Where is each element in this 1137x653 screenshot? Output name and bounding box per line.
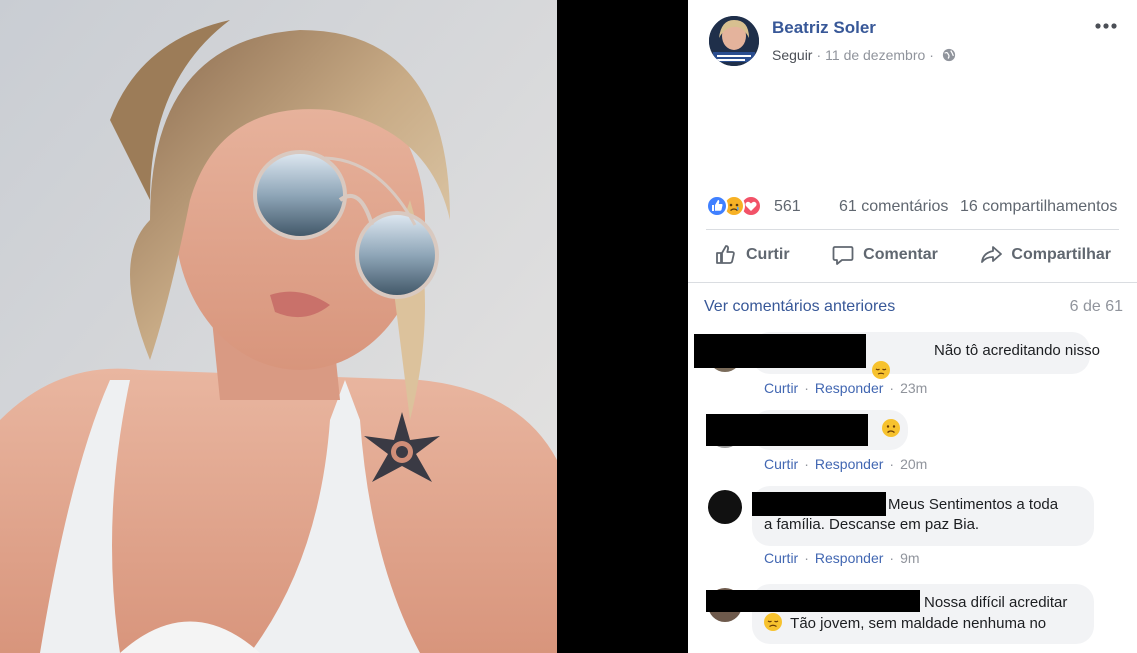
photo-viewer: Beatriz Soler Seguir · 11 de dezembro ·	[0, 0, 1137, 653]
post-meta: Seguir · 11 de dezembro ·	[772, 47, 956, 63]
comment-item: Meus Sentimentos a toda a família. Desca…	[688, 486, 1137, 572]
comment-like-link[interactable]: Curtir	[764, 456, 798, 472]
share-button[interactable]: Compartilhar	[971, 243, 1119, 267]
redacted-name	[752, 492, 886, 516]
divider	[706, 229, 1119, 230]
photo-stage	[0, 0, 688, 653]
commenter-avatar[interactable]	[708, 490, 742, 524]
like-button-label: Curtir	[746, 246, 790, 263]
comment-actions: Curtir · Responder · 20m	[764, 456, 928, 472]
comment-text: Não tô acreditando nisso	[934, 342, 1100, 359]
more-options-icon[interactable]	[1094, 18, 1118, 34]
redacted-name	[694, 334, 866, 368]
comment-reply-link[interactable]: Responder	[815, 550, 884, 566]
frowning-face-icon	[882, 419, 900, 437]
comment-actions: Curtir · Responder · 9m	[764, 550, 920, 566]
comment-button[interactable]: Comentar	[823, 243, 946, 267]
pensive-face-icon	[872, 361, 890, 379]
avatar-image	[709, 16, 759, 66]
comment-bubble-icon	[832, 246, 854, 265]
comments-section: Ver comentários anteriores 6 de 61 Não t…	[688, 286, 1137, 653]
post-actions: Curtir Comentar Compartilhar	[706, 234, 1119, 276]
photo-image	[0, 0, 557, 653]
comment-text-line: Tão jovem, sem maldade nenhuma no	[790, 615, 1047, 632]
share-arrow-icon	[981, 246, 1003, 263]
comment-actions: Curtir · Responder · 23m	[764, 380, 928, 396]
post-details-panel: Beatriz Soler Seguir · 11 de dezembro ·	[688, 0, 1137, 653]
comment-like-link[interactable]: Curtir	[764, 550, 798, 566]
thumbs-up-icon	[716, 245, 735, 264]
redacted-name	[706, 590, 920, 612]
reactions-summary: 561 61 comentários 16 compartilhamentos	[706, 195, 1126, 221]
post-header: Beatriz Soler Seguir · 11 de dezembro ·	[688, 0, 1137, 80]
comment-item: Nossa difícil acreditar Tão jovem, sem m…	[688, 584, 1137, 653]
comment-reply-link[interactable]: Responder	[815, 456, 884, 472]
meta-separator: ·	[816, 47, 822, 63]
comment-button-label: Comentar	[863, 246, 938, 263]
comment-timestamp[interactable]: 9m	[900, 550, 919, 566]
follow-link[interactable]: Seguir	[772, 47, 812, 63]
comment-reply-link[interactable]: Responder	[815, 380, 884, 396]
post-photo[interactable]	[0, 0, 557, 653]
reactions-count[interactable]: 561	[774, 198, 801, 216]
shares-count-link[interactable]: 16 compartilhamentos	[960, 198, 1117, 216]
comment-text-line: a família. Descanse em paz Bia.	[764, 516, 980, 533]
divider	[688, 282, 1137, 283]
globe-icon	[942, 48, 956, 62]
disappointed-face-icon	[764, 613, 782, 631]
reaction-icons[interactable]	[706, 195, 762, 217]
share-button-label: Compartilhar	[1011, 246, 1111, 263]
redacted-name	[706, 414, 868, 446]
view-previous-comments-link[interactable]: Ver comentários anteriores	[704, 298, 895, 316]
page-name-link[interactable]: Beatriz Soler	[772, 18, 876, 38]
comment-timestamp[interactable]: 20m	[900, 456, 927, 472]
post-date[interactable]: 11 de dezembro	[825, 47, 925, 63]
meta-separator: ·	[929, 47, 934, 63]
comments-pager: 6 de 61	[1069, 298, 1123, 315]
like-reaction-icon	[706, 195, 728, 217]
page-avatar[interactable]	[709, 16, 759, 66]
comment-item: Não tô acreditando nisso Curtir · Respon…	[688, 332, 1137, 398]
comments-count-link[interactable]: 61 comentários	[839, 198, 948, 216]
comment-item: Curtir · Responder · 20m	[688, 410, 1137, 476]
like-button[interactable]: Curtir	[706, 243, 798, 267]
comment-timestamp[interactable]: 23m	[900, 380, 927, 396]
comment-like-link[interactable]: Curtir	[764, 380, 798, 396]
